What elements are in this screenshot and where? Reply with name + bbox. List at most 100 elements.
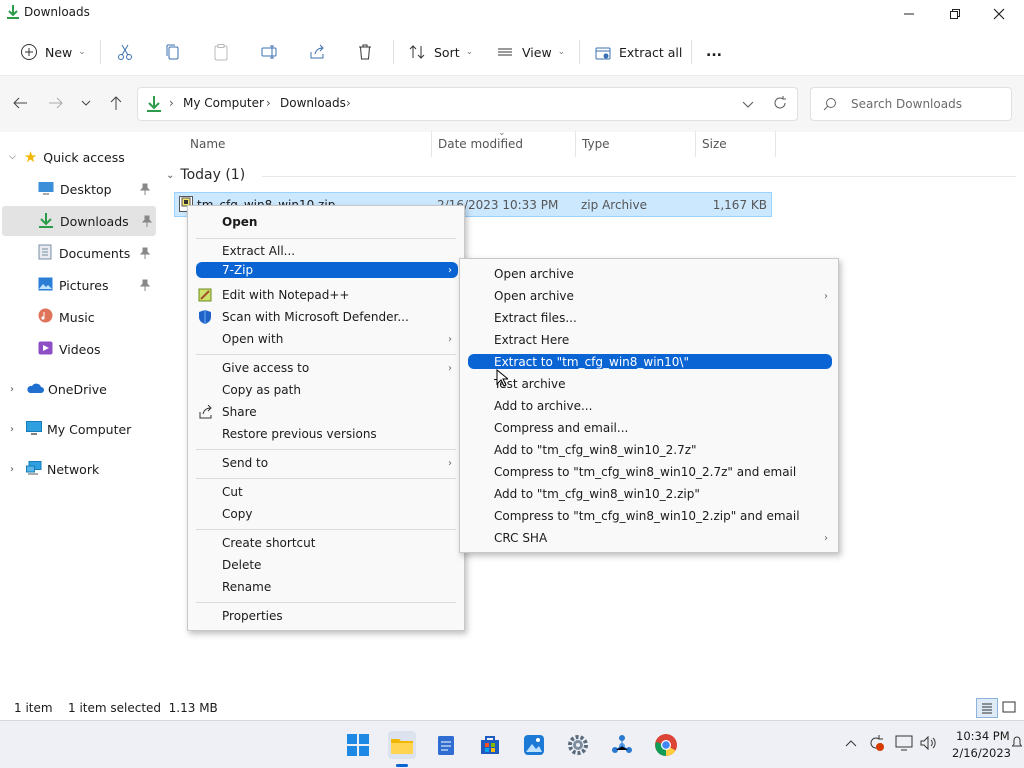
notification-bell-icon[interactable] <box>1011 735 1023 754</box>
submenu-item-crc-sha[interactable]: CRC SHA › <box>460 527 838 549</box>
menu-item-scan-defender[interactable]: Scan with Microsoft Defender... <box>188 306 464 328</box>
breadcrumb-downloads[interactable]: Downloads <box>280 96 346 110</box>
rename-button[interactable] <box>260 36 278 68</box>
copy-icon <box>164 43 182 61</box>
sidebar-item-network[interactable]: › Network <box>0 454 158 484</box>
submenu-item-open-archive[interactable]: Open archive <box>460 263 838 285</box>
submenu-item-compress-7z-email[interactable]: Compress to "tm_cfg_win8_win10_2.7z" and… <box>460 461 838 483</box>
forward-arrow-icon[interactable] <box>48 95 64 114</box>
notepad-icon[interactable] <box>432 731 460 759</box>
pin-icon <box>139 247 151 262</box>
search-icon <box>823 97 837 114</box>
sidebar-item-documents[interactable]: Documents <box>0 238 158 268</box>
extract-all-label: Extract all <box>619 44 683 60</box>
menu-item-rename[interactable]: Rename <box>188 576 464 598</box>
tray-chevron-up-icon[interactable] <box>845 737 857 751</box>
menu-item-open[interactable]: Open <box>188 211 464 233</box>
sidebar-item-downloads[interactable]: Downloads <box>2 206 156 236</box>
menu-item-restore-versions[interactable]: Restore previous versions <box>188 423 464 445</box>
start-windows-icon[interactable] <box>344 731 372 759</box>
pin-icon <box>141 215 153 230</box>
sidebar-item-quick-access[interactable]: ⌵ ★ Quick access <box>0 142 158 172</box>
update-sync-icon[interactable] <box>867 734 885 755</box>
menu-item-delete[interactable]: Delete <box>188 554 464 576</box>
more-options-button[interactable]: ... <box>706 36 722 68</box>
store-icon[interactable] <box>476 731 504 759</box>
menu-label: Compress to "tm_cfg_win8_win10_2.7z" and… <box>494 465 797 479</box>
recent-chevron-icon[interactable] <box>80 97 92 112</box>
menu-label: Extract All... <box>222 244 296 258</box>
menu-label: Share <box>222 405 257 419</box>
settings-gear-icon[interactable] <box>564 731 592 759</box>
up-arrow-icon[interactable] <box>108 95 124 114</box>
menu-item-extract-all[interactable]: Extract All... <box>188 240 464 262</box>
download-arrow-icon <box>146 95 162 116</box>
history-chevron-icon[interactable] <box>742 99 754 113</box>
photos-icon[interactable] <box>520 731 548 759</box>
minimize-button[interactable] <box>886 0 932 28</box>
submenu-item-add-to-archive[interactable]: Add to archive... <box>460 395 838 417</box>
address-bar[interactable]: › My Computer › Downloads › <box>137 87 798 121</box>
sidebar-item-pictures[interactable]: Pictures <box>0 270 158 300</box>
sidebar-item-my-computer[interactable]: › My Computer <box>0 414 158 444</box>
submenu-item-add-7z[interactable]: Add to "tm_cfg_win8_win10_2.7z" <box>460 439 838 461</box>
close-button[interactable] <box>976 0 1022 28</box>
network-nodes-icon[interactable] <box>608 731 636 759</box>
column-header-date[interactable]: Date modified <box>438 137 523 151</box>
menu-item-edit-notepad[interactable]: Edit with Notepad++ <box>188 284 464 306</box>
menu-item-give-access[interactable]: Give access to › <box>188 357 464 379</box>
sidebar-item-desktop[interactable]: Desktop <box>0 174 158 204</box>
submenu-item-extract-to[interactable]: Extract to "tm_cfg_win8_win10\" <box>468 354 832 369</box>
column-header-name[interactable]: Name <box>190 137 225 151</box>
menu-label: Give access to <box>222 361 310 375</box>
menu-item-7zip[interactable]: 7-Zip › <box>196 262 458 278</box>
submenu-item-extract-here[interactable]: Extract Here <box>460 329 838 351</box>
network-monitor-icon[interactable] <box>895 735 913 754</box>
menu-item-copy[interactable]: Copy <box>188 503 464 525</box>
menu-item-send-to[interactable]: Send to › <box>188 452 464 474</box>
sidebar-item-videos[interactable]: Videos <box>0 334 158 364</box>
column-header-size[interactable]: Size <box>702 137 727 151</box>
chrome-icon[interactable] <box>652 731 680 759</box>
clock-time[interactable]: 10:34 PM <box>956 729 1010 743</box>
maximize-button[interactable] <box>932 0 978 28</box>
refresh-icon[interactable] <box>773 96 787 113</box>
search-box[interactable]: Search Downloads <box>810 87 1012 121</box>
new-label: New <box>45 44 73 60</box>
cut-button[interactable] <box>116 36 134 68</box>
file-explorer-icon[interactable] <box>388 731 416 759</box>
sort-button[interactable]: Sort ⌄ <box>408 36 473 68</box>
paste-button[interactable] <box>212 36 230 68</box>
delete-button[interactable] <box>356 36 374 68</box>
tiles-view-toggle[interactable] <box>1002 701 1016 718</box>
copy-button[interactable] <box>164 36 182 68</box>
submenu-item-add-zip[interactable]: Add to "tm_cfg_win8_win10_2.zip" <box>460 483 838 505</box>
menu-item-cut[interactable]: Cut <box>188 481 464 503</box>
new-button[interactable]: New ⌄ <box>20 36 86 68</box>
submenu-item-test-archive[interactable]: Test archive <box>460 373 838 395</box>
menu-item-properties[interactable]: Properties <box>188 605 464 627</box>
group-header-today[interactable]: ⌄ Today (1) <box>166 167 245 183</box>
submenu-item-compress-email[interactable]: Compress and email... <box>460 417 838 439</box>
extract-all-button[interactable]: Extract all <box>594 36 682 68</box>
menu-item-share[interactable]: Share <box>188 401 464 423</box>
view-button[interactable]: View ⌄ <box>496 36 565 68</box>
submenu-item-open-archive-sub[interactable]: Open archive › <box>460 285 838 307</box>
clock-date[interactable]: 2/16/2023 <box>952 746 1011 760</box>
menu-label: Delete <box>222 558 262 572</box>
menu-item-open-with[interactable]: Open with › <box>188 328 464 350</box>
breadcrumb-my-computer[interactable]: My Computer <box>183 96 264 110</box>
back-arrow-icon[interactable] <box>12 95 28 114</box>
speaker-icon[interactable] <box>919 735 937 754</box>
sidebar-item-music[interactable]: Music <box>0 302 158 332</box>
column-header-type[interactable]: Type <box>582 137 610 151</box>
share-button[interactable] <box>308 36 326 68</box>
menu-item-copy-path[interactable]: Copy as path <box>188 379 464 401</box>
submenu-item-extract-files[interactable]: Extract files... <box>460 307 838 329</box>
search-placeholder: Search Downloads <box>851 97 962 111</box>
submenu-item-compress-zip-email[interactable]: Compress to "tm_cfg_win8_win10_2.zip" an… <box>460 505 838 527</box>
sidebar-item-onedrive[interactable]: › OneDrive <box>0 374 158 404</box>
details-view-toggle[interactable] <box>976 698 998 718</box>
sort-label: Sort <box>434 44 460 60</box>
menu-item-create-shortcut[interactable]: Create shortcut <box>188 532 464 554</box>
